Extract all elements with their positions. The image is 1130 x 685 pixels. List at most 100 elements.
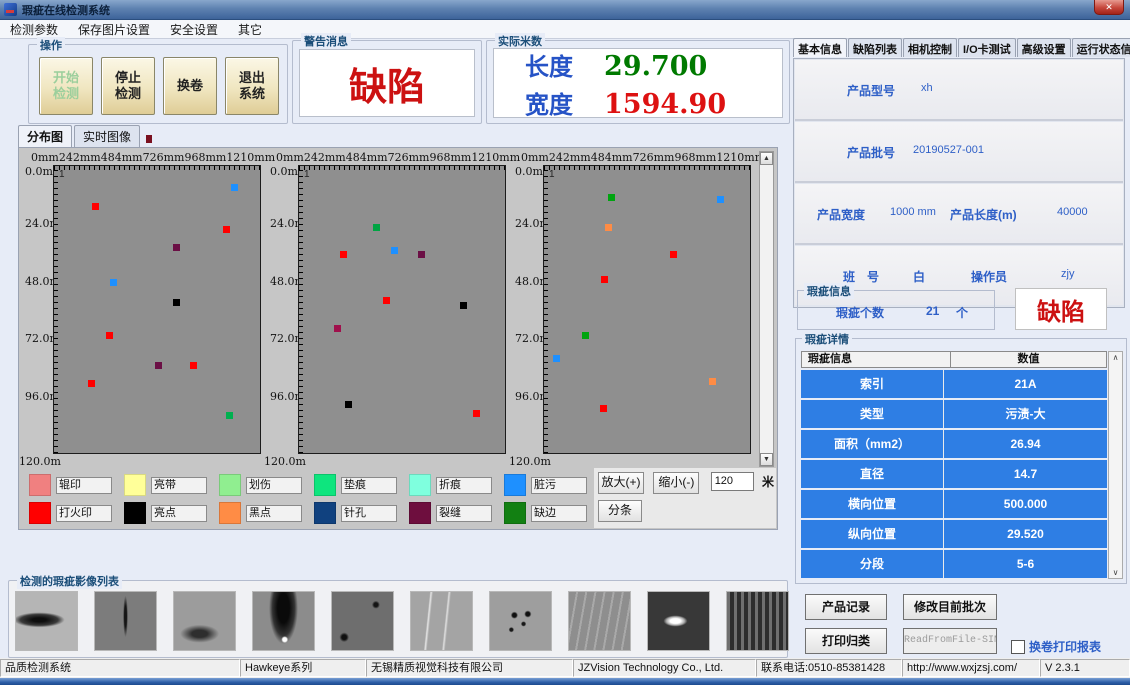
defect-point[interactable] xyxy=(717,196,724,203)
modify-batch-button[interactable]: 修改目前批次 xyxy=(903,594,997,620)
defect-point[interactable] xyxy=(92,203,99,210)
print-report-checkbox[interactable] xyxy=(1011,640,1025,654)
defect-point[interactable] xyxy=(106,332,113,339)
defect-point[interactable] xyxy=(601,276,608,283)
defect-thumbnail[interactable] xyxy=(331,591,394,651)
defect-point[interactable] xyxy=(223,226,230,233)
stop-detection-button[interactable]: 停止 检测 xyxy=(101,57,155,115)
split-button[interactable]: 分条 xyxy=(598,500,642,522)
tab-camera-control[interactable]: 相机控制 xyxy=(903,38,957,57)
change-roll-button[interactable]: 换卷 xyxy=(163,57,217,115)
defect-point[interactable] xyxy=(155,362,162,369)
legend-item: 亮带 xyxy=(124,474,207,496)
defect-point[interactable] xyxy=(340,251,347,258)
close-button[interactable]: ✕ xyxy=(1094,0,1124,15)
defect-thumbnail[interactable] xyxy=(15,591,78,651)
defect-point[interactable] xyxy=(473,410,480,417)
defect-point[interactable] xyxy=(383,297,390,304)
print-classify-button[interactable]: 打印归类 xyxy=(805,628,887,654)
zoom-in-button[interactable]: 放大(+) xyxy=(598,472,644,494)
table-scroll-up-icon[interactable]: ∧ xyxy=(1109,353,1122,362)
menu-item-other[interactable]: 其它 xyxy=(228,21,272,38)
defect-point[interactable] xyxy=(709,378,716,385)
tab-distribution-map[interactable]: 分布图 xyxy=(18,125,72,147)
defect-info-title: 瑕疵信息 xyxy=(804,283,854,299)
legend-item: 亮点 xyxy=(124,502,207,524)
plot-area[interactable]: 1 xyxy=(53,165,261,454)
row-label: 纵向位置 xyxy=(801,520,944,548)
legend-label: 垫痕 xyxy=(341,477,397,494)
defect-point[interactable] xyxy=(231,184,238,191)
header-value: 数值 xyxy=(951,352,1106,367)
product-record-button[interactable]: 产品记录 xyxy=(805,594,887,620)
legend-label: 脏污 xyxy=(531,477,587,494)
defect-point[interactable] xyxy=(173,299,180,306)
table-row[interactable]: 分段5-6 xyxy=(801,550,1107,578)
defect-thumbnail[interactable] xyxy=(647,591,710,651)
legend-swatch xyxy=(124,502,146,524)
defect-point[interactable] xyxy=(190,362,197,369)
legend-item: 缺边 xyxy=(504,502,587,524)
defect-point[interactable] xyxy=(600,405,607,412)
tab-run-status[interactable]: 运行状态信息 xyxy=(1072,38,1130,57)
defect-count-label: 瑕疵个数 xyxy=(836,304,884,321)
defect-thumbnail[interactable] xyxy=(726,591,789,651)
table-row[interactable]: 横向位置500.000 xyxy=(801,490,1107,518)
defect-point[interactable] xyxy=(605,224,612,231)
defect-thumbnail[interactable] xyxy=(489,591,552,651)
defect-point[interactable] xyxy=(173,244,180,251)
defect-thumbnail[interactable] xyxy=(173,591,236,651)
product-width-label: 产品宽度 xyxy=(817,206,865,223)
plot-vertical-scrollbar[interactable]: ▲ ▼ xyxy=(759,151,774,467)
exit-system-button[interactable]: 退出 系统 xyxy=(225,57,279,115)
table-row[interactable]: 直径14.7 xyxy=(801,460,1107,488)
table-scrollbar[interactable]: ∧ ∨ xyxy=(1108,351,1123,579)
table-row[interactable]: 索引21A xyxy=(801,370,1107,398)
table-row[interactable]: 纵向位置29.520 xyxy=(801,520,1107,548)
tab-realtime-image[interactable]: 实时图像 xyxy=(74,125,140,147)
read-from-file-button[interactable]: ReadFromFile-SIM xyxy=(903,628,997,654)
table-row[interactable]: 类型污渍-大 xyxy=(801,400,1107,428)
defect-point[interactable] xyxy=(334,325,341,332)
tab-defect-list[interactable]: 缺陷列表 xyxy=(848,38,902,57)
defect-thumbnail[interactable] xyxy=(410,591,473,651)
menu-item-detect-params[interactable]: 检测参数 xyxy=(0,21,68,38)
x-axis-tick-label: 726mm xyxy=(633,151,675,165)
defect-thumbnail[interactable] xyxy=(94,591,157,651)
meters-input[interactable]: 120 xyxy=(711,472,754,491)
tab-io-card-test[interactable]: I/O卡测试 xyxy=(958,38,1016,57)
defect-detail-title: 瑕疵详情 xyxy=(802,331,852,347)
table-scroll-down-icon[interactable]: ∨ xyxy=(1109,568,1122,577)
zoom-out-button[interactable]: 缩小(-) xyxy=(653,472,699,494)
menu-item-security-settings[interactable]: 安全设置 xyxy=(160,21,228,38)
defect-detail-table: 瑕疵信息 数值 索引21A 类型污渍-大 面积（mm2）26.94 直径14.7… xyxy=(801,351,1107,578)
defect-point[interactable] xyxy=(373,224,380,231)
defect-point[interactable] xyxy=(391,247,398,254)
defect-point[interactable] xyxy=(226,412,233,419)
defect-point[interactable] xyxy=(553,355,560,362)
defect-point[interactable] xyxy=(345,401,352,408)
taskbar-edge xyxy=(0,678,1130,685)
plot-area[interactable]: 1 xyxy=(543,165,751,454)
status-website[interactable]: http://www.wxjzsj.com/ xyxy=(902,659,1040,677)
defect-thumbnail[interactable] xyxy=(568,591,631,651)
defect-point[interactable] xyxy=(88,380,95,387)
defect-point[interactable] xyxy=(608,194,615,201)
defect-point[interactable] xyxy=(110,279,117,286)
defect-point[interactable] xyxy=(460,302,467,309)
defect-point[interactable] xyxy=(418,251,425,258)
scroll-up-icon[interactable]: ▲ xyxy=(760,152,773,165)
defect-point[interactable] xyxy=(670,251,677,258)
start-detection-button[interactable]: 开始 检测 xyxy=(39,57,93,115)
defect-point[interactable] xyxy=(582,332,589,339)
defect-thumbnail[interactable] xyxy=(252,591,315,651)
scroll-down-icon[interactable]: ▼ xyxy=(760,453,773,466)
tab-advanced-settings[interactable]: 高级设置 xyxy=(1017,38,1071,57)
legend-item: 折痕 xyxy=(409,474,492,496)
plot-area[interactable]: 1 xyxy=(298,165,506,454)
close-icon: ✕ xyxy=(1105,2,1113,12)
table-row[interactable]: 面积（mm2）26.94 xyxy=(801,430,1107,458)
menu-item-save-image-settings[interactable]: 保存图片设置 xyxy=(68,21,160,38)
legend-label: 裂缝 xyxy=(436,505,492,522)
tab-basic-info[interactable]: 基本信息 xyxy=(793,38,847,57)
